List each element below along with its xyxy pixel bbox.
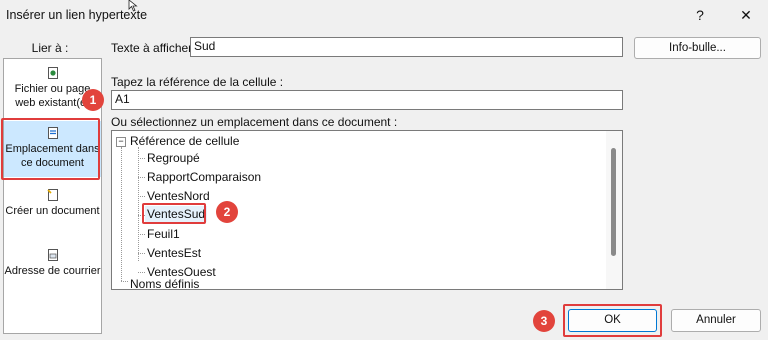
tree-guide-line	[138, 147, 139, 261]
sidebar-item-label: Fichier ou page web existant(e)	[14, 83, 91, 109]
link-to-label: Lier à :	[31, 41, 69, 55]
web-page-icon	[47, 67, 58, 79]
callout-highlight-ventessud	[142, 203, 206, 224]
sidebar-item-label: Créer un document	[5, 205, 100, 217]
tree-connector	[138, 234, 145, 235]
mouse-cursor-icon	[128, 0, 138, 12]
close-button[interactable]: ✕	[733, 4, 759, 26]
tree-item-rapportcomparaison[interactable]: RapportComparaison	[147, 170, 261, 184]
collapse-toggle-icon[interactable]: −	[116, 137, 126, 147]
tree-item-ventesest[interactable]: VentesEst	[147, 246, 201, 260]
tree-scrollbar[interactable]	[606, 131, 622, 289]
callout-highlight-ok	[563, 304, 662, 337]
sidebar-item-email-address[interactable]: Adresse de courrier	[4, 249, 101, 309]
tree-group-defined-names[interactable]: Noms définis	[130, 277, 199, 291]
sidebar-item-label: Adresse de courrier	[4, 265, 101, 277]
callout-badge-3: 3	[533, 310, 555, 332]
tree-item-regroupe[interactable]: Regroupé	[147, 151, 200, 165]
display-text-label: Texte à afficher :	[111, 41, 199, 55]
tree-connector	[138, 196, 145, 197]
tree-connector	[138, 177, 145, 178]
display-text-input[interactable]: Sud	[190, 37, 623, 57]
sidebar-item-create-document[interactable]: Créer un document	[4, 189, 101, 249]
location-label: Ou sélectionnez un emplacement dans ce d…	[111, 115, 398, 129]
scrollbar-thumb[interactable]	[611, 148, 616, 256]
tree-item-feuil1[interactable]: Feuil1	[147, 227, 180, 241]
cell-reference-label: Tapez la référence de la cellule :	[111, 75, 284, 89]
callout-highlight-place-in-document	[1, 118, 100, 180]
callout-badge-1: 1	[82, 89, 104, 111]
tree-group-cell-reference[interactable]: Référence de cellule	[130, 134, 239, 148]
tree-guide-line	[121, 147, 122, 281]
email-address-icon	[47, 249, 58, 261]
screentip-button[interactable]: Info-bulle...	[634, 37, 761, 59]
cancel-button[interactable]: Annuler	[671, 309, 761, 332]
callout-badge-2: 2	[216, 201, 238, 223]
help-button[interactable]: ?	[687, 4, 713, 26]
tree-item-ventesnord[interactable]: VentesNord	[147, 189, 210, 203]
tree-connector	[121, 281, 128, 282]
cell-reference-input[interactable]: A1	[111, 90, 623, 110]
tree-connector	[138, 253, 145, 254]
dialog-title: Insérer un lien hypertexte	[6, 8, 148, 22]
new-document-icon	[46, 189, 58, 201]
tree-connector	[138, 158, 145, 159]
tree-connector	[138, 272, 145, 273]
